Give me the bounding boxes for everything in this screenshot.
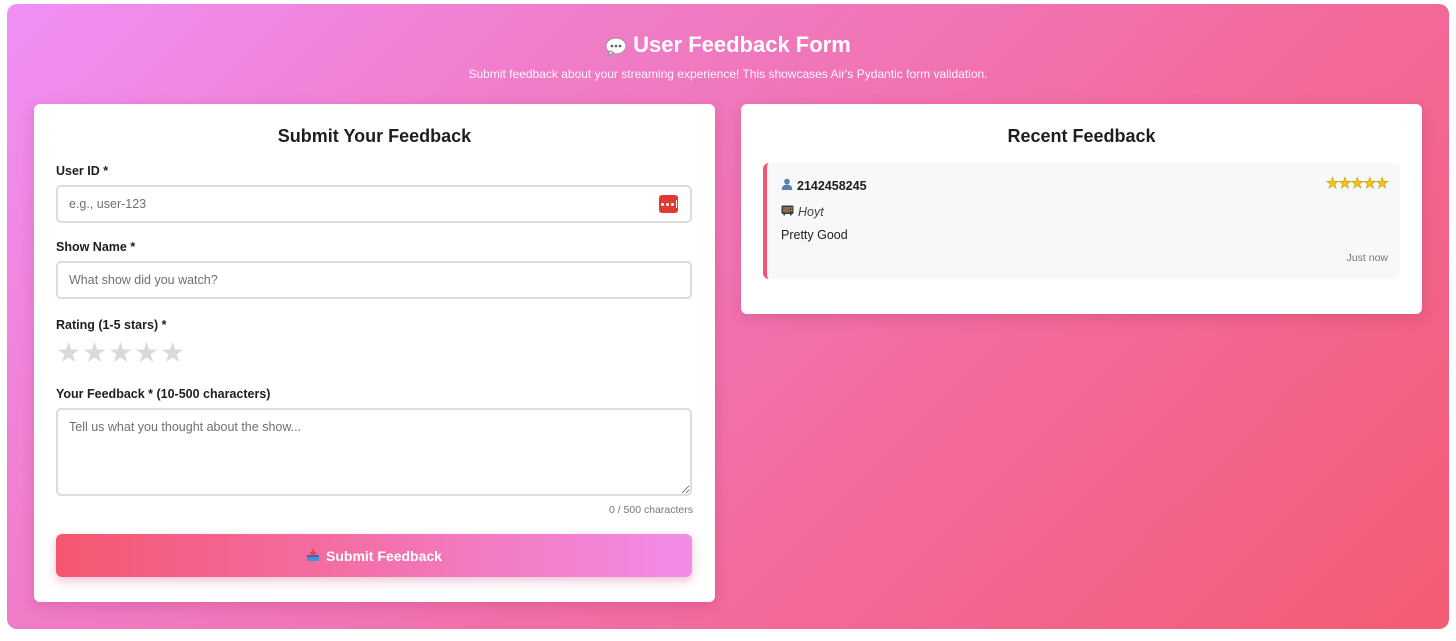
feedback-user: 2142458245 [781,178,867,193]
page-header: User Feedback Form Submit feedback about… [7,4,1449,82]
feedback-rating-stars: ★★★★★ [1325,175,1389,192]
page-title: User Feedback Form [7,4,1449,60]
rating-stars: ★ ★ ★ ★ ★ [56,339,693,367]
feedback-show-name: Hoyt [798,204,824,219]
feedback-label: Your Feedback * (10-500 characters) [56,387,271,401]
rating-star-4[interactable]: ★ [134,339,159,367]
form-title: Submit Your Feedback [277,126,472,146]
user-id-label: User ID * [56,164,109,178]
feedback-show: Hoyt [781,204,824,219]
rating-star-2[interactable]: ★ [82,339,107,367]
feedback-textarea[interactable] [56,408,692,496]
user-id-input[interactable] [56,185,692,223]
feedback-comment: Pretty Good [781,228,848,242]
submit-feedback-label: Submit Feedback [326,547,442,564]
feedback-form-card: Submit Your Feedback User ID * Show Name… [34,104,715,602]
user-id-field-wrap [56,185,693,223]
tv-icon [781,204,794,219]
user-silhouette-icon [781,178,793,193]
recent-feedback-title: Recent Feedback [1007,126,1156,146]
show-name-label: Show Name * [56,240,136,254]
password-manager-icon[interactable] [659,195,678,213]
page-background: User Feedback Form Submit feedback about… [7,4,1449,629]
show-name-input[interactable] [56,261,692,299]
recent-feedback-card: Recent Feedback 2142458245 ★★★★★ Hoyt Pr… [741,104,1422,314]
show-name-field-wrap [56,261,693,299]
rating-star-5[interactable]: ★ [160,339,185,367]
page-title-text: User Feedback Form [633,32,851,57]
character-count: 0 / 500 characters [608,504,693,516]
page-subtitle: Submit feedback about your streaming exp… [468,67,988,81]
feedback-item: 2142458245 ★★★★★ Hoyt Pretty Good Just n… [763,163,1400,279]
feedback-user-id: 2142458245 [797,178,867,193]
submit-feedback-button[interactable]: Submit Feedback [56,534,692,577]
speech-bubble-icon [605,35,627,57]
rating-star-1[interactable]: ★ [56,339,81,367]
rating-label: Rating (1-5 stars) * [56,318,167,332]
feedback-form: User ID * Show Name * Rating (1-5 stars)… [34,163,715,577]
feedback-timestamp: Just now [1346,252,1388,264]
rating-star-3[interactable]: ★ [108,339,133,367]
inbox-tray-icon [306,548,320,562]
feedback-field-wrap [56,408,693,496]
